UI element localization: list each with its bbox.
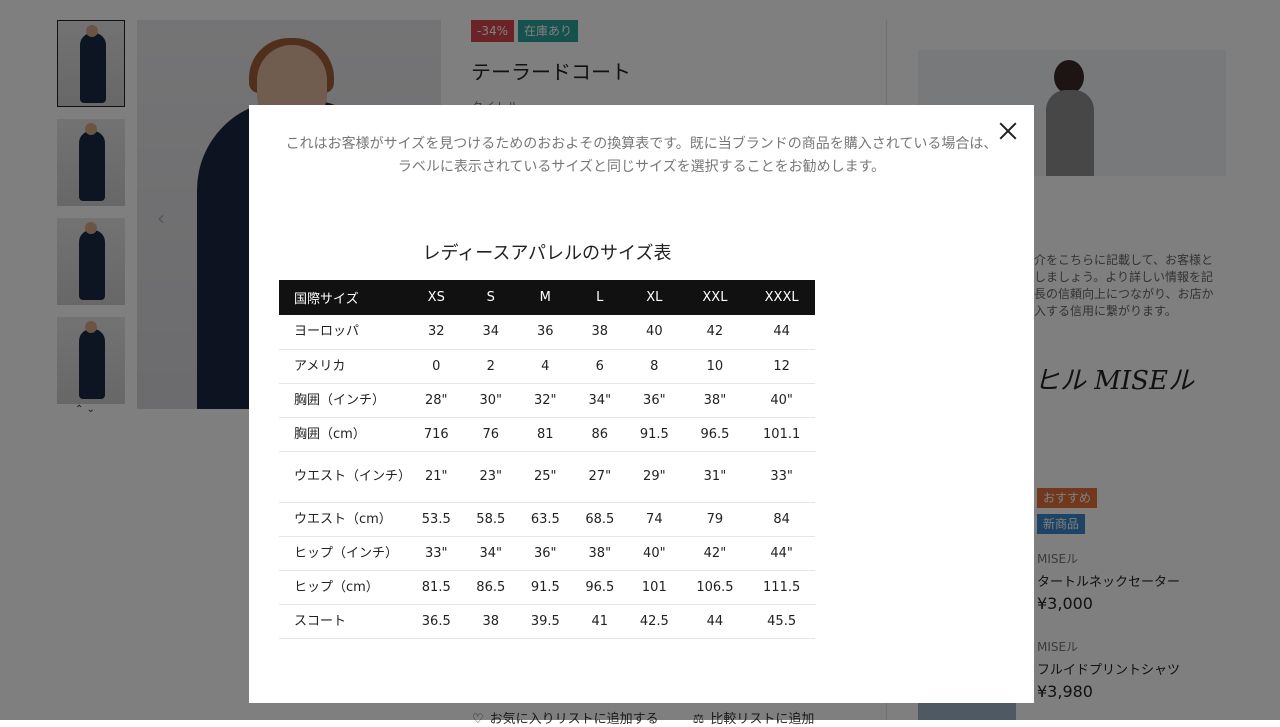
table-cell: 84: [748, 502, 815, 537]
table-cell: 96.5: [572, 570, 628, 605]
table-row: アメリカ 0 2 4 6 8 10 12: [279, 349, 815, 384]
header-cell: 国際サイズ: [279, 280, 409, 315]
table-cell: 44: [681, 604, 749, 639]
table-cell: 28": [409, 383, 464, 418]
table-cell: 34": [463, 536, 519, 571]
table-row: ヒップ（インチ） 33" 34" 36" 38" 40" 42" 44": [279, 536, 815, 571]
row-label: アメリカ: [279, 349, 409, 384]
table-cell: 53.5: [409, 502, 464, 537]
table-cell: 106.5: [681, 570, 749, 605]
table-cell: 40": [627, 536, 682, 571]
table-cell: 38: [572, 315, 628, 350]
table-row: ウエスト（cm） 53.5 58.5 63.5 68.5 74 79 84: [279, 502, 815, 537]
table-cell: 33": [409, 536, 464, 571]
row-label: 胸囲（インチ）: [279, 383, 409, 418]
row-label: ヒップ（インチ）: [279, 536, 409, 571]
table-cell: 101.1: [748, 417, 815, 452]
header-cell: XS: [409, 280, 464, 315]
table-cell: 36: [518, 315, 573, 350]
header-cell: S: [463, 280, 519, 315]
table-row: ヒップ（cm） 81.5 86.5 91.5 96.5 101 106.5 11…: [279, 570, 815, 605]
size-chart-modal: これはお客様がサイズを見つけるためのおおよその換算表です。既に当ブランドの商品を…: [249, 105, 1034, 703]
table-cell: 40": [748, 383, 815, 418]
table-cell: 76: [463, 417, 519, 452]
table-cell: 29": [627, 451, 682, 503]
header-cell: XXL: [681, 280, 749, 315]
table-cell: 36.5: [409, 604, 464, 639]
table-cell: 34: [463, 315, 519, 350]
table-cell: 38: [463, 604, 519, 639]
table-cell: 81: [518, 417, 573, 452]
table-row: 胸囲（cm） 716 76 81 86 91.5 96.5 101.1: [279, 417, 815, 452]
row-label: ヨーロッパ: [279, 315, 409, 350]
table-cell: 36": [518, 536, 573, 571]
table-cell: 8: [627, 349, 682, 384]
table-row: ヨーロッパ 32 34 36 38 40 42 44: [279, 315, 815, 350]
row-label: ウエスト（インチ）: [279, 451, 411, 503]
table-cell: 101: [627, 570, 682, 605]
table-cell: 86.5: [463, 570, 519, 605]
table-cell: 39.5: [518, 604, 573, 639]
size-chart-title: レディースアパレルのサイズ表: [422, 243, 672, 264]
size-table-header: 国際サイズ XS S M L XL XXL XXXL: [279, 280, 815, 315]
table-cell: 58.5: [463, 502, 519, 537]
row-label: ウエスト（cm）: [279, 502, 409, 537]
size-chart-note: これはお客様がサイズを見つけるためのおおよその換算表です。既に当ブランドの商品を…: [285, 136, 998, 175]
header-cell: XXXL: [748, 280, 815, 315]
table-cell: 40: [627, 315, 682, 350]
row-label: 胸囲（cm）: [279, 417, 409, 452]
table-cell: 23": [463, 451, 519, 503]
table-row: ウエスト（インチ） 21" 23" 25" 27" 29" 31" 33": [279, 451, 815, 503]
table-cell: 96.5: [681, 417, 749, 452]
table-cell: 79: [681, 502, 749, 537]
table-cell: 42": [681, 536, 749, 571]
table-cell: 44: [748, 315, 815, 350]
row-label: スコート: [279, 604, 409, 639]
table-row: 胸囲（インチ） 28" 30" 32" 34" 36" 38" 40": [279, 383, 815, 418]
table-cell: 36": [627, 383, 682, 418]
table-cell: 38": [572, 536, 628, 571]
table-cell: 32: [409, 315, 464, 350]
table-cell: 4: [518, 349, 573, 384]
table-cell: 44": [748, 536, 815, 571]
header-cell: L: [572, 280, 628, 315]
table-row: スコート 36.5 38 39.5 41 42.5 44 45.5: [279, 604, 815, 639]
table-cell: 34": [572, 383, 628, 418]
table-cell: 41: [572, 604, 628, 639]
row-label: ヒップ（cm）: [279, 570, 409, 605]
table-cell: 68.5: [572, 502, 628, 537]
table-cell: 74: [627, 502, 682, 537]
header-cell: XL: [627, 280, 682, 315]
table-cell: 30": [463, 383, 519, 418]
table-cell: 33": [748, 451, 815, 503]
table-cell: 12: [748, 349, 815, 384]
table-cell: 10: [681, 349, 749, 384]
table-cell: 38": [681, 383, 749, 418]
table-cell: 32": [518, 383, 573, 418]
table-cell: 2: [463, 349, 519, 384]
table-cell: 42.5: [627, 604, 682, 639]
size-table: 国際サイズ XS S M L XL XXL XXXL ヨーロッパ 32 34 3…: [279, 280, 815, 639]
table-cell: 6: [572, 349, 628, 384]
table-cell: 63.5: [518, 502, 573, 537]
table-cell: 86: [572, 417, 628, 452]
table-cell: 27": [572, 451, 628, 503]
table-cell: 31": [681, 451, 749, 503]
table-cell: 111.5: [748, 570, 815, 605]
table-cell: 91.5: [627, 417, 682, 452]
table-cell: 0: [409, 349, 464, 384]
table-cell: 91.5: [518, 570, 573, 605]
table-cell: 21": [409, 451, 464, 503]
header-cell: M: [518, 280, 573, 315]
table-cell: 45.5: [748, 604, 815, 639]
table-cell: 42: [681, 315, 749, 350]
table-cell: 81.5: [409, 570, 464, 605]
table-cell: 25": [518, 451, 573, 503]
table-cell: 716: [409, 417, 464, 452]
